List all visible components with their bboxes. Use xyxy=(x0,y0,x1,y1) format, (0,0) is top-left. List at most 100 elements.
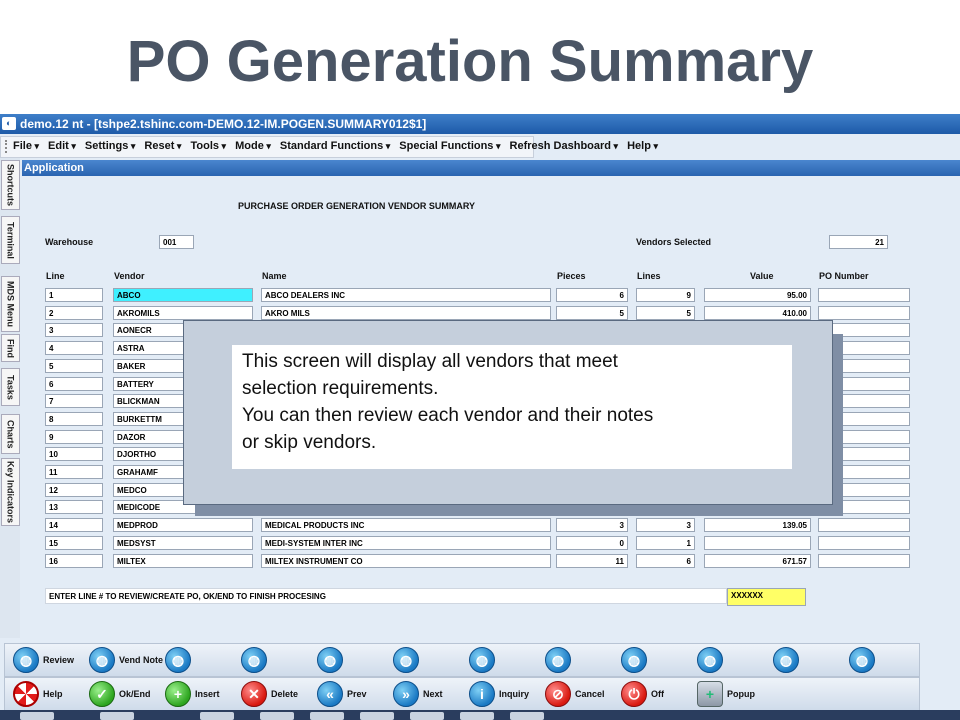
vendor-cell[interactable]: ABCO xyxy=(113,288,253,302)
line-cell: 5 xyxy=(45,359,103,373)
fkey-button-blank-10[interactable]: ◍ xyxy=(773,646,803,674)
globe-icon: ◍ xyxy=(545,647,571,673)
po-number-cell[interactable] xyxy=(818,518,910,532)
action-button-off[interactable]: ⏻ Off xyxy=(621,680,664,708)
info-icon: i xyxy=(469,681,495,707)
menu-special-functions[interactable]: Special Functions xyxy=(399,140,500,152)
taskbar-item[interactable] xyxy=(260,712,294,720)
action-button-prev[interactable]: « Prev xyxy=(317,680,367,708)
value-cell[interactable]: 671.57 xyxy=(704,554,811,568)
fkey-button-blank-3[interactable]: ◍ xyxy=(241,646,271,674)
pieces-cell[interactable]: 11 xyxy=(556,554,628,568)
action-button-cancel[interactable]: ⊘ Cancel xyxy=(545,680,605,708)
lines-cell[interactable]: 6 xyxy=(636,554,695,568)
po-number-cell[interactable] xyxy=(818,536,910,550)
taskbar-item[interactable] xyxy=(310,712,344,720)
lines-cell[interactable]: 9 xyxy=(636,288,695,302)
name-cell[interactable]: ABCO DEALERS INC xyxy=(261,288,551,302)
action-button-ok-end[interactable]: ✓ Ok/End xyxy=(89,680,151,708)
side-tab-terminal[interactable]: Terminal xyxy=(1,216,20,264)
taskbar-item[interactable] xyxy=(20,712,54,720)
toolbar-grip-icon[interactable] xyxy=(5,140,10,153)
vendor-cell[interactable]: AKROMILS xyxy=(113,306,253,320)
fast-forward-icon: » xyxy=(393,681,419,707)
pieces-cell[interactable]: 3 xyxy=(556,518,628,532)
action-button-help[interactable]: Help xyxy=(13,680,63,708)
fkey-button-blank-7[interactable]: ◍ xyxy=(545,646,575,674)
side-tab-tasks[interactable]: Tasks xyxy=(1,368,20,406)
line-cell: 7 xyxy=(45,394,103,408)
taskbar-item[interactable] xyxy=(460,712,494,720)
fkey-button-review[interactable]: ◍ Review xyxy=(13,646,74,674)
callout-line-3: You can then review each vendor and thei… xyxy=(242,405,654,426)
database-icon: + xyxy=(697,681,723,707)
menu-reset[interactable]: Reset xyxy=(144,140,181,152)
fkey-button-vend-note[interactable]: ◍ Vend Note xyxy=(89,646,163,674)
window-title: demo.12 nt - [tshpe2.tshinc.com-DEMO.12-… xyxy=(20,117,427,131)
vendor-cell[interactable]: MILTEX xyxy=(113,554,253,568)
command-prompt: ENTER LINE # TO REVIEW/CREATE PO, OK/END… xyxy=(45,588,727,604)
command-input[interactable]: XXXXXX xyxy=(727,588,806,606)
lines-cell[interactable]: 3 xyxy=(636,518,695,532)
warehouse-field[interactable]: 001 xyxy=(159,235,194,249)
menu-standard-functions[interactable]: Standard Functions xyxy=(280,140,390,152)
function-button-label: Ok/End xyxy=(119,689,151,699)
vendor-cell[interactable]: MEDPROD xyxy=(113,518,253,532)
action-button-inquiry[interactable]: i Inquiry xyxy=(469,680,529,708)
taskbar-item[interactable] xyxy=(100,712,134,720)
po-number-cell[interactable] xyxy=(818,306,910,320)
globe-icon: ◍ xyxy=(621,647,647,673)
pieces-cell[interactable]: 6 xyxy=(556,288,628,302)
callout-line-4: or skip vendors. xyxy=(242,432,377,453)
taskbar-item[interactable] xyxy=(360,712,394,720)
side-tab-mds-menu[interactable]: MDS Menu xyxy=(1,276,20,332)
taskbar-item[interactable] xyxy=(410,712,444,720)
po-number-cell[interactable] xyxy=(818,288,910,302)
name-cell[interactable]: MEDI-SYSTEM INTER INC xyxy=(261,536,551,550)
action-button-next[interactable]: » Next xyxy=(393,680,443,708)
side-tab-charts[interactable]: Charts xyxy=(1,414,20,454)
po-number-cell[interactable] xyxy=(818,554,910,568)
pieces-cell[interactable]: 0 xyxy=(556,536,628,550)
lines-cell[interactable]: 5 xyxy=(636,306,695,320)
fkey-button-blank-8[interactable]: ◍ xyxy=(621,646,651,674)
col-header-name: Name xyxy=(262,271,287,281)
lines-cell[interactable]: 1 xyxy=(636,536,695,550)
fkey-button-blank-11[interactable]: ◍ xyxy=(849,646,879,674)
line-cell: 11 xyxy=(45,465,103,479)
col-header-pieces: Pieces xyxy=(557,271,586,281)
fkey-button-blank-4[interactable]: ◍ xyxy=(317,646,347,674)
fkey-button-blank-2[interactable]: ◍ xyxy=(165,646,195,674)
value-cell[interactable] xyxy=(704,536,811,550)
menu-file[interactable]: File xyxy=(13,140,39,152)
pieces-cell[interactable]: 5 xyxy=(556,306,628,320)
name-cell[interactable]: MEDICAL PRODUCTS INC xyxy=(261,518,551,532)
name-cell[interactable]: MILTEX INSTRUMENT CO xyxy=(261,554,551,568)
action-button-popup[interactable]: + Popup xyxy=(697,680,755,708)
side-tab-shortcuts[interactable]: Shortcuts xyxy=(1,160,20,210)
side-tab-find[interactable]: Find xyxy=(1,334,20,362)
taskbar-item[interactable] xyxy=(510,712,544,720)
action-button-delete[interactable]: ✕ Delete xyxy=(241,680,298,708)
taskbar-item[interactable] xyxy=(200,712,234,720)
line-cell: 16 xyxy=(45,554,103,568)
value-cell[interactable]: 95.00 xyxy=(704,288,811,302)
value-cell[interactable]: 410.00 xyxy=(704,306,811,320)
name-cell[interactable]: AKRO MILS xyxy=(261,306,551,320)
menu-help[interactable]: Help xyxy=(627,140,658,152)
warehouse-label: Warehouse xyxy=(45,237,94,247)
globe-icon: ◍ xyxy=(13,647,39,673)
globe-icon: ◍ xyxy=(773,647,799,673)
value-cell[interactable]: 139.05 xyxy=(704,518,811,532)
menu-edit[interactable]: Edit xyxy=(48,140,76,152)
menu-mode[interactable]: Mode xyxy=(235,140,271,152)
menu-tools[interactable]: Tools xyxy=(190,140,226,152)
side-tab-key-indicators[interactable]: Key Indicators xyxy=(1,458,20,526)
fkey-button-blank-9[interactable]: ◍ xyxy=(697,646,727,674)
menu-settings[interactable]: Settings xyxy=(85,140,135,152)
fkey-button-blank-5[interactable]: ◍ xyxy=(393,646,423,674)
action-button-insert[interactable]: + Insert xyxy=(165,680,220,708)
vendor-cell[interactable]: MEDSYST xyxy=(113,536,253,550)
menu-refresh-dashboard[interactable]: Refresh Dashboard xyxy=(510,140,619,152)
fkey-button-blank-6[interactable]: ◍ xyxy=(469,646,499,674)
